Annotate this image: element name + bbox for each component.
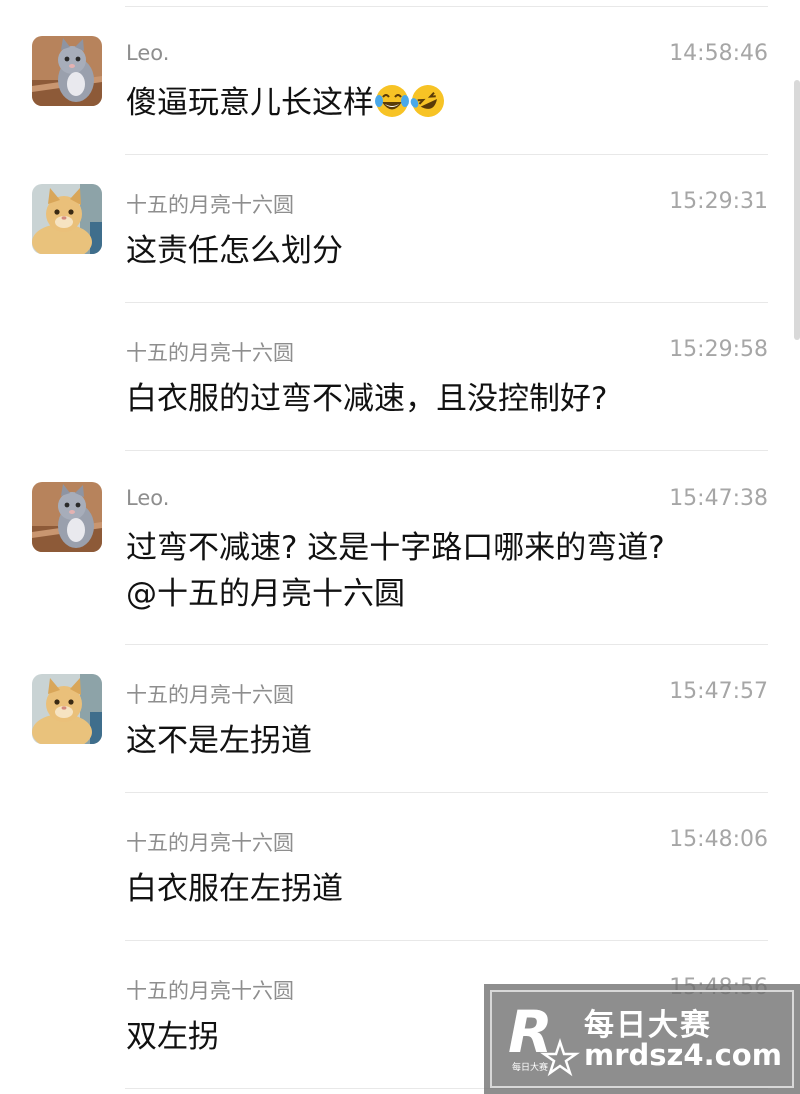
chat-message-list[interactable]: Leo. 14:58:46 傻逼玩意儿长这样 十五的月亮十六圆 15:29:31… (0, 0, 800, 1094)
message-text[interactable]: 白衣服的过弯不减速，且没控制好? (126, 375, 760, 423)
divider (125, 302, 768, 303)
sender-name[interactable]: 十五的月亮十六圆 (126, 975, 294, 1005)
scrollbar[interactable] (794, 80, 800, 340)
avatar[interactable] (32, 36, 102, 106)
message-text-content: 傻逼玩意儿长这样 (126, 85, 374, 121)
rolling-laughing-icon (410, 83, 446, 133)
sender-name[interactable]: Leo. (126, 41, 169, 65)
divider (125, 940, 768, 941)
message-time: 15:47:38 (669, 486, 768, 511)
message-text[interactable]: 傻逼玩意儿长这样 (126, 79, 760, 133)
message-time: 15:29:58 (669, 337, 768, 362)
r-star-logo-icon: R 每日大赛 (508, 998, 580, 1077)
divider (125, 792, 768, 793)
message-text[interactable]: 过弯不减速? 这是十字路口哪来的弯道? (126, 524, 760, 572)
avatar[interactable] (32, 482, 102, 552)
message-text[interactable]: 白衣服在左拐道 (126, 865, 760, 913)
watermark-url: mrdsz4.com (584, 1038, 782, 1072)
laughing-tears-icon (374, 83, 410, 133)
avatar[interactable] (32, 184, 102, 254)
avatar[interactable] (32, 674, 102, 744)
message-text[interactable]: 这不是左拐道 (126, 717, 760, 765)
sender-name[interactable]: 十五的月亮十六圆 (126, 189, 294, 219)
orange-cat-avatar-image (32, 184, 102, 254)
message-time: 14:58:46 (669, 41, 768, 66)
gray-kitten-avatar-image (32, 36, 102, 106)
sender-name[interactable]: 十五的月亮十六圆 (126, 337, 294, 367)
gray-kitten-avatar-image (32, 482, 102, 552)
sender-name[interactable]: 十五的月亮十六圆 (126, 679, 294, 709)
divider (125, 644, 768, 645)
divider (125, 450, 768, 451)
message-text[interactable]: 这责任怎么划分 (126, 227, 760, 275)
divider (125, 6, 768, 7)
message-time: 15:29:31 (669, 189, 768, 214)
message-time: 15:47:57 (669, 679, 768, 704)
message-time: 15:48:06 (669, 827, 768, 852)
sender-name[interactable]: Leo. (126, 486, 169, 510)
divider (125, 154, 768, 155)
logo-small-text: 每日大赛 (512, 1061, 548, 1073)
watermark-banner: R 每日大赛 每日大赛 mrdsz4.com (484, 984, 800, 1094)
orange-cat-avatar-image (32, 674, 102, 744)
sender-name[interactable]: 十五的月亮十六圆 (126, 827, 294, 857)
mention-link[interactable]: @十五的月亮十六圆 (126, 570, 760, 618)
